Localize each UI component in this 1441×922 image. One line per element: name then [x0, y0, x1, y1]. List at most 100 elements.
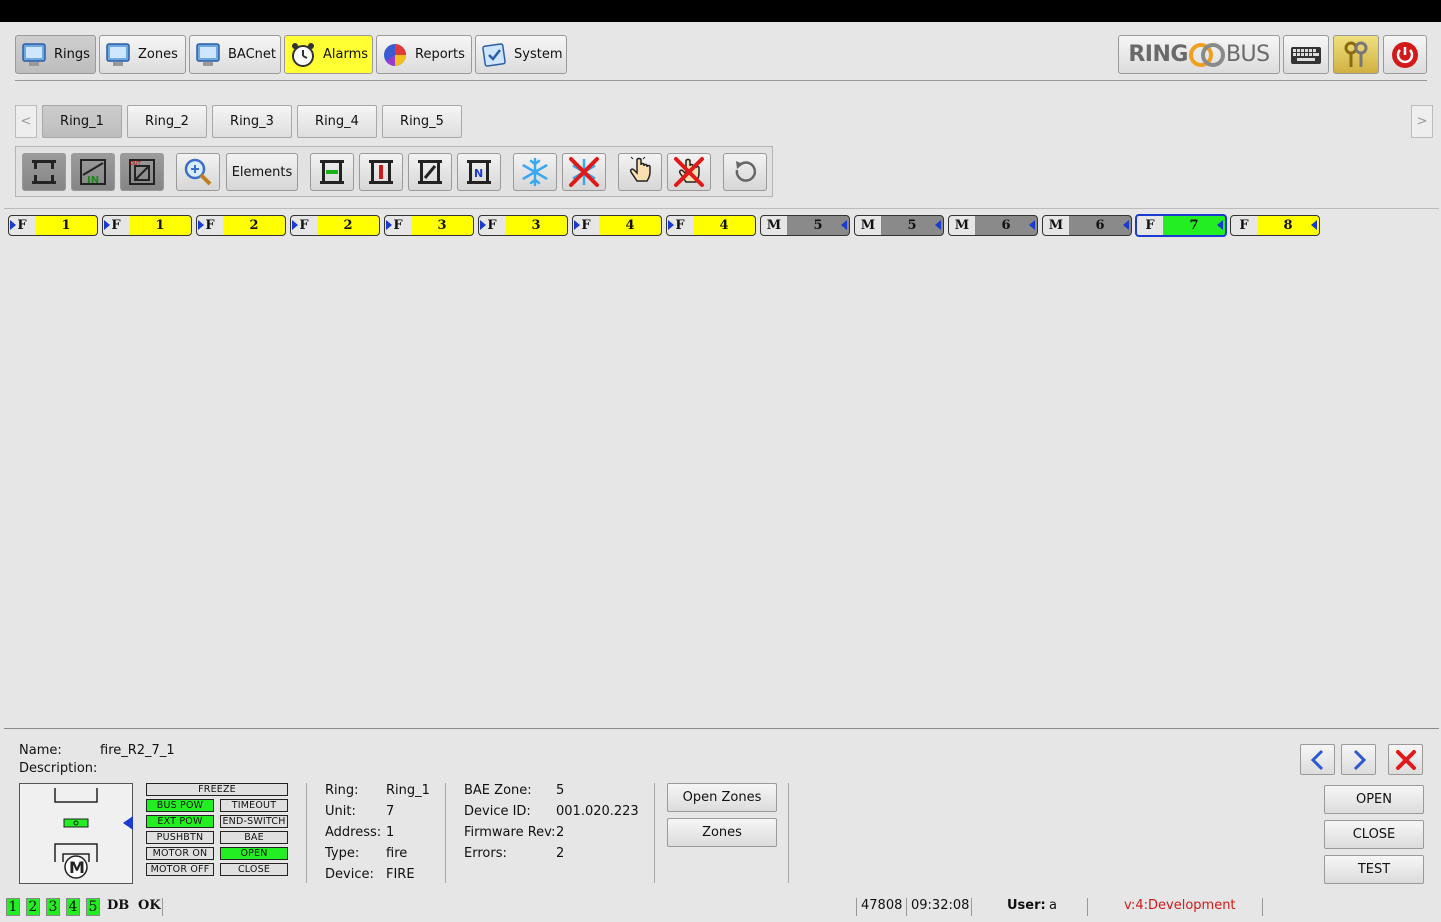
keys-button[interactable] [1333, 35, 1379, 74]
monitor-icon [106, 42, 130, 66]
divider [906, 898, 907, 916]
tool-freeze[interactable] [513, 153, 557, 191]
tool-toggle[interactable] [408, 153, 452, 191]
open-button[interactable]: OPEN [1324, 785, 1424, 814]
close-panel-button[interactable] [1388, 744, 1423, 775]
tab-ring-5[interactable]: Ring_5 [382, 105, 462, 138]
status-bar: 12345 DB OK 47808 09:32:08 User: a v:4:D… [0, 892, 1441, 922]
close-button[interactable]: CLOSE [1324, 820, 1424, 849]
tab-next-button[interactable]: > [1411, 105, 1433, 138]
ring-toolbar: IN OUT Elements N [15, 146, 773, 197]
tab-prev-button[interactable]: < [15, 105, 37, 138]
nav-reports-label: Reports [415, 47, 465, 62]
tool-manual-off[interactable] [667, 153, 711, 191]
nav-rings-label: Rings [54, 47, 90, 62]
monitor-icon [196, 42, 220, 66]
elements-button[interactable]: Elements [226, 153, 298, 191]
nav-rings-button[interactable]: Rings [15, 35, 96, 74]
previous-element-button[interactable] [1300, 744, 1335, 775]
info-label: Ring: [325, 783, 359, 798]
divider [306, 783, 307, 883]
tab-ring-4[interactable]: Ring_4 [297, 105, 377, 138]
info-value: 2 [556, 825, 565, 840]
nav-zones-button[interactable]: Zones [99, 35, 186, 74]
ring-logo-icon [1188, 42, 1225, 67]
info-value: 1 [386, 825, 395, 840]
nav-alarms-button[interactable]: Alarms [284, 35, 373, 74]
svg-text:IN: IN [87, 175, 99, 186]
divider [971, 898, 972, 916]
damper-diagonal-icon [418, 160, 442, 184]
tool-unfreeze[interactable] [562, 153, 606, 191]
info-value: Ring_1 [386, 783, 430, 798]
counter-value: 47808 [861, 898, 903, 913]
snowflake-icon [522, 157, 548, 187]
svg-text:M: M [69, 858, 85, 877]
info-value: 7 [386, 804, 395, 819]
damper-frame-icon [32, 160, 56, 184]
nav-bacnet-button[interactable]: BACnet [189, 35, 281, 74]
divider [788, 783, 789, 883]
info-label: Firmware Rev: [464, 825, 556, 840]
tool-ring-view[interactable] [22, 153, 66, 191]
ring-canvas [4, 208, 1439, 729]
info-value: FIRE [386, 867, 415, 882]
next-element-button[interactable] [1341, 744, 1376, 775]
open-zones-button[interactable]: Open Zones [667, 783, 777, 812]
status-close: CLOSE [220, 863, 288, 876]
tab-ring-1[interactable]: Ring_1 [42, 105, 122, 138]
status-timeout: TIMEOUT [220, 799, 288, 812]
info-label: Device: [325, 867, 374, 882]
status-end-switch: END-SWITCH [220, 815, 288, 828]
input-module-icon: IN [80, 159, 106, 186]
keyboard-button[interactable] [1283, 35, 1329, 74]
svg-text:OUT: OUT [130, 161, 142, 167]
header-divider [15, 80, 1427, 81]
alarm-clock-icon [292, 42, 314, 67]
tool-close-all[interactable] [359, 153, 403, 191]
name-label: Name: [19, 743, 62, 758]
tool-normal[interactable]: N [457, 153, 501, 191]
tool-reset[interactable] [723, 153, 767, 191]
info-label: Device ID: [464, 804, 531, 819]
chevron-left-icon [1310, 749, 1323, 770]
damper-closed-icon [369, 160, 393, 184]
nav-zones-label: Zones [138, 47, 178, 62]
element-detail-panel: Name: fire_R2_7_1 Description: M FREEZE B… [4, 731, 1439, 888]
divider [445, 783, 446, 883]
tool-zoom[interactable] [176, 153, 220, 191]
damper-preview: M [19, 783, 133, 884]
chevron-right-icon [1353, 749, 1366, 770]
zoom-in-icon [184, 158, 212, 186]
info-value: 2 [556, 846, 565, 861]
info-label: BAE Zone: [464, 783, 532, 798]
selected-marker-icon [123, 816, 133, 830]
nav-bacnet-label: BACnet [228, 47, 276, 62]
hand-disabled-icon [674, 157, 704, 187]
ring-indicator: 4 [66, 898, 80, 916]
close-icon [1395, 749, 1416, 770]
test-button[interactable]: TEST [1324, 855, 1424, 884]
svg-text:N: N [474, 167, 483, 180]
tool-output-view[interactable]: OUT [120, 153, 164, 191]
nav-reports-button[interactable]: Reports [376, 35, 472, 74]
name-value: fire_R2_7_1 [100, 743, 175, 758]
info-label: Unit: [325, 804, 356, 819]
tool-input-view[interactable]: IN [71, 153, 115, 191]
ring-indicator: 5 [86, 898, 100, 916]
divider [856, 898, 857, 916]
tool-open-all[interactable] [310, 153, 354, 191]
tool-manual[interactable] [618, 153, 662, 191]
info-value: 5 [556, 783, 565, 798]
monitor-icon [22, 42, 46, 66]
status-motor-off: MOTOR OFF [146, 863, 214, 876]
nav-system-button[interactable]: System [475, 35, 567, 74]
divider [1262, 898, 1263, 916]
tab-ring-3[interactable]: Ring_3 [212, 105, 292, 138]
tab-ring-2[interactable]: Ring_2 [127, 105, 207, 138]
damper-open-icon [320, 160, 344, 184]
description-label: Description: [19, 761, 98, 776]
power-button[interactable] [1383, 35, 1427, 74]
zones-button[interactable]: Zones [667, 818, 777, 847]
info-label: Address: [325, 825, 382, 840]
